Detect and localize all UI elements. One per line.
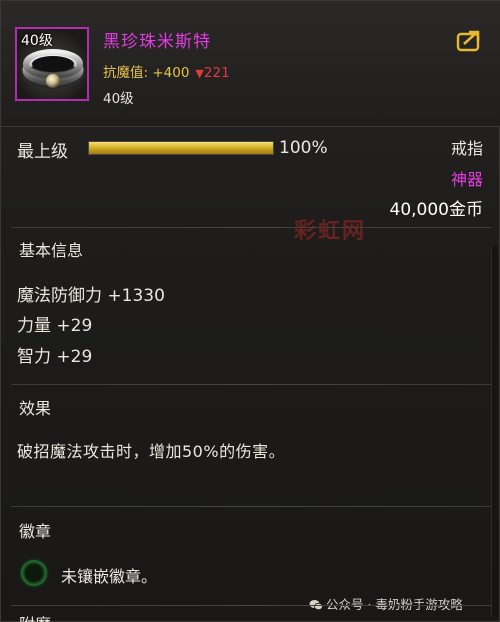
socket-icon[interactable]: [21, 560, 47, 586]
section-title-basic: 基本信息: [19, 241, 84, 260]
section-title-emblem: 徽章: [19, 522, 52, 541]
scrollbar[interactable]: [491, 246, 498, 616]
resist-drop-value: 221: [203, 65, 230, 81]
item-header: 40级 黑珍珠米斯特 抗魔值: +400 ▼221 40级: [1, 1, 500, 127]
icon-level-label: 40级: [21, 33, 53, 49]
stat-line: 魔法防御力 +1330: [17, 286, 165, 306]
watermark-footer: 公众号 · 毒奶粉手游攻略: [309, 594, 463, 613]
item-price: 40,000金币: [389, 200, 483, 220]
down-arrow-icon: ▼: [195, 67, 204, 80]
resist-stat: 抗魔值: +400 ▼221: [103, 61, 230, 81]
rank-percent: 100%: [279, 138, 328, 158]
socket-label: 未镶嵌徽章。: [61, 567, 158, 586]
item-tooltip: 40级 黑珍珠米斯特 抗魔值: +400 ▼221 40级 最上级 100% 戒…: [0, 0, 500, 622]
watermark-logo: 彩虹网: [294, 219, 367, 244]
item-rarity: 神器: [450, 170, 483, 189]
stat-line: 力量 +29: [17, 316, 93, 336]
share-icon[interactable]: [456, 29, 484, 53]
divider: [11, 384, 491, 385]
divider: [11, 506, 491, 507]
item-icon-frame: 40级: [15, 27, 89, 101]
stat-line: 智力 +29: [17, 347, 93, 367]
divider: [11, 227, 491, 228]
rank-progress-bar: [88, 141, 274, 155]
divider: [11, 605, 491, 606]
item-type: 戒指: [450, 139, 483, 158]
effect-text: 破招魔法攻击时，增加50%的伤害。: [17, 442, 286, 461]
rank-progress-fill: [89, 142, 273, 154]
section-title-effect: 效果: [19, 399, 52, 418]
resist-value: 抗魔值: +400: [103, 65, 190, 81]
item-level: 40级: [103, 91, 134, 107]
resist-drop: ▼221: [195, 65, 229, 81]
item-name: 黑珍珠米斯特: [103, 32, 211, 52]
rank-label: 最上级: [17, 142, 68, 162]
section-title-enchant: 附魔: [19, 611, 51, 622]
